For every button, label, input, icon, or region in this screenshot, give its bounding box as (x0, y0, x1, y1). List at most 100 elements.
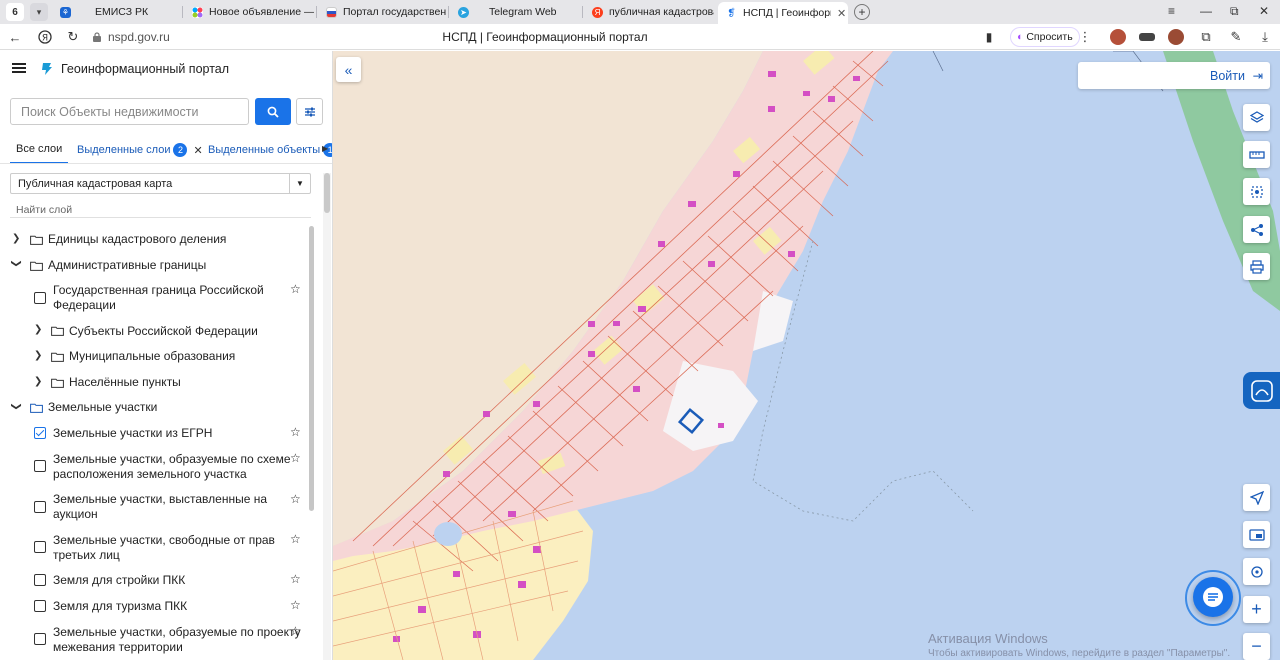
browser-tab-nspd-active[interactable]: ❡ НСПД | Геоинформацио ✕ (718, 2, 848, 24)
checkbox-state-border[interactable] (34, 292, 46, 304)
tree-item-state-border[interactable]: Государственная граница Российской Федер… (53, 283, 264, 313)
collections-icon[interactable]: ⧉ (1197, 28, 1215, 46)
panel-scrollbar[interactable] (323, 173, 331, 660)
chevron-right-icon[interactable]: ❯ (34, 376, 42, 387)
browser-page-title: НСПД | Геоинформационный портал (442, 30, 648, 44)
share-tool-button[interactable] (1243, 216, 1270, 243)
tree-item-land-plots-scheme[interactable]: Земельные участки, образуемые по схеме р… (53, 452, 291, 482)
basemap-select[interactable]: Публичная кадастровая карта ▼ (10, 173, 311, 194)
tree-item-settlements[interactable]: Населённые пункты (69, 375, 181, 390)
tab-list-chevron-icon[interactable]: ▾ (30, 3, 48, 21)
filter-settings-button[interactable] (296, 98, 323, 125)
print-tool-button[interactable] (1243, 253, 1270, 280)
ask-alice-button[interactable]: ◐ Спросить (1010, 27, 1080, 47)
tab-selected-layers[interactable]: Выделенные слои 2 ✕ (77, 143, 203, 157)
browser-address-bar: ← Я ↻ nspd.gov.ru НСПД | Геоинформационн… (0, 24, 1280, 50)
tree-item-admin-borders[interactable]: Административные границы (48, 258, 206, 273)
chevron-down-icon[interactable]: ❯ (11, 259, 22, 267)
location-tool-button[interactable] (1243, 558, 1270, 585)
new-tab-plus-icon[interactable]: + (854, 4, 870, 20)
checkbox-land-construction[interactable] (34, 574, 46, 586)
select-area-tool-button[interactable] (1243, 178, 1270, 205)
favorite-star-icon[interactable]: ☆ (290, 598, 301, 612)
tab-separator (448, 6, 449, 18)
layers-tool-button[interactable] (1243, 104, 1270, 131)
tree-item-land-construction[interactable]: Земля для стройки ПКК (53, 573, 185, 588)
folder-icon (51, 378, 64, 388)
checkbox-land-survey-project[interactable] (34, 633, 46, 645)
geolocation-tool-button[interactable] (1243, 484, 1270, 511)
checkbox-land-plots-egrn[interactable] (34, 427, 46, 439)
extension-icon[interactable] (1139, 33, 1155, 41)
tree-item-land-plots-egrn[interactable]: Земельные участки из ЕГРН (53, 426, 212, 441)
tabs-scroll-right-icon[interactable]: ▶ (322, 144, 328, 153)
side-widget-button[interactable] (1243, 372, 1280, 409)
favorite-star-icon[interactable]: ☆ (290, 492, 301, 506)
checkbox-land-plots-auction[interactable] (34, 501, 46, 513)
tab-separator (182, 6, 183, 18)
browser-tab-avito[interactable]: Новое объявление — Об (184, 2, 314, 22)
checkbox-land-tourism[interactable] (34, 600, 46, 612)
tree-item-land-plots[interactable]: Земельные участки (48, 400, 157, 415)
close-window-icon[interactable]: ✕ (1259, 4, 1269, 18)
browser-tab-emisz[interactable]: ⚘ ЕМИСЗ РК (52, 2, 180, 22)
close-tab-icon[interactable]: ✕ (837, 7, 846, 20)
favorite-star-icon[interactable]: ☆ (290, 425, 301, 439)
chevron-right-icon[interactable]: ❯ (12, 233, 20, 244)
zoom-out-button[interactable]: − (1243, 633, 1270, 660)
clear-selected-layers-icon[interactable]: ✕ (193, 144, 202, 157)
tree-item-land-survey-project[interactable]: Земельные участки, образуемые по проекту… (53, 625, 301, 655)
tree-item-land-plots-auction[interactable]: Земельные участки, выставленные на аукци… (53, 492, 267, 522)
dropdown-arrow-icon: ▼ (289, 174, 310, 193)
login-icon: ⇥ (1252, 69, 1263, 83)
favorite-star-icon[interactable]: ☆ (290, 572, 301, 586)
tab-count-badge[interactable]: 6 (6, 3, 24, 21)
bookmarks-icon[interactable]: ≡ (1168, 4, 1175, 18)
search-input[interactable] (10, 98, 249, 125)
checkbox-land-plots-free[interactable] (34, 541, 46, 553)
zoom-in-button[interactable]: + (1243, 596, 1270, 623)
chat-button[interactable] (1193, 577, 1233, 617)
measure-tool-button[interactable] (1243, 141, 1270, 168)
tree-item-land-tourism[interactable]: Земля для туризма ПКК (53, 599, 187, 614)
browser-tab-yandex[interactable]: Я публичная кадастровая к (584, 2, 714, 22)
chevron-right-icon[interactable]: ❯ (34, 324, 42, 335)
search-button[interactable] (255, 98, 291, 125)
browser-tab-gosuslugi[interactable]: Портал государственны (318, 2, 446, 22)
tab-selected-objects[interactable]: Выделенные объекты 1 (208, 143, 332, 157)
extension-icon[interactable] (1168, 29, 1184, 45)
tree-scrollbar[interactable] (309, 226, 314, 511)
minimize-window-icon[interactable]: — (1200, 4, 1212, 18)
browser-tab-telegram[interactable]: ➤ Telegram Web (450, 2, 580, 22)
extensions-icon[interactable]: ✎ (1227, 28, 1245, 46)
favorite-star-icon[interactable]: ☆ (290, 532, 301, 546)
chevron-down-icon[interactable]: ❯ (11, 402, 22, 410)
tab-all-layers[interactable]: Все слои (9, 143, 69, 164)
find-layer-input[interactable]: Найти слой (16, 204, 72, 216)
gosuslugi-icon (326, 6, 337, 18)
favorite-star-icon[interactable]: ☆ (290, 282, 301, 296)
favorite-star-icon[interactable]: ☆ (290, 624, 301, 638)
portal-title: Геоинформационный портал (61, 62, 230, 76)
downloads-icon[interactable]: ⤓ (1256, 28, 1274, 46)
restore-window-icon[interactable]: ⧉ (1230, 4, 1239, 19)
minus-icon: − (1251, 636, 1262, 656)
tree-item-rf-subjects[interactable]: Субъекты Российской Федерации (69, 324, 258, 339)
minimap-tool-button[interactable] (1243, 521, 1270, 548)
tree-item-municipalities[interactable]: Муниципальные образования (69, 349, 235, 364)
collapse-panel-button[interactable]: « (336, 57, 361, 82)
pond (434, 522, 462, 546)
more-menu-icon[interactable]: ⋮ (1076, 28, 1094, 46)
extension-icon[interactable] (1110, 29, 1126, 45)
widget-icon (1250, 379, 1273, 402)
tree-item-land-plots-free[interactable]: Земельные участки, свободные от прав тре… (53, 533, 275, 563)
tree-item-cadastral-units[interactable]: Единицы кадастрового деления (48, 232, 226, 247)
chevron-right-icon[interactable]: ❯ (34, 350, 42, 361)
checkbox-land-plots-scheme[interactable] (34, 460, 46, 472)
bookmark-icon[interactable]: ▮ (980, 28, 998, 46)
favorite-star-icon[interactable]: ☆ (290, 451, 301, 465)
hamburger-menu-icon[interactable] (12, 63, 26, 73)
login-label[interactable]: Войти ⇥ (1210, 68, 1263, 83)
map-canvas[interactable] (333, 51, 1280, 660)
panel-scrollbar-thumb[interactable] (324, 173, 330, 213)
